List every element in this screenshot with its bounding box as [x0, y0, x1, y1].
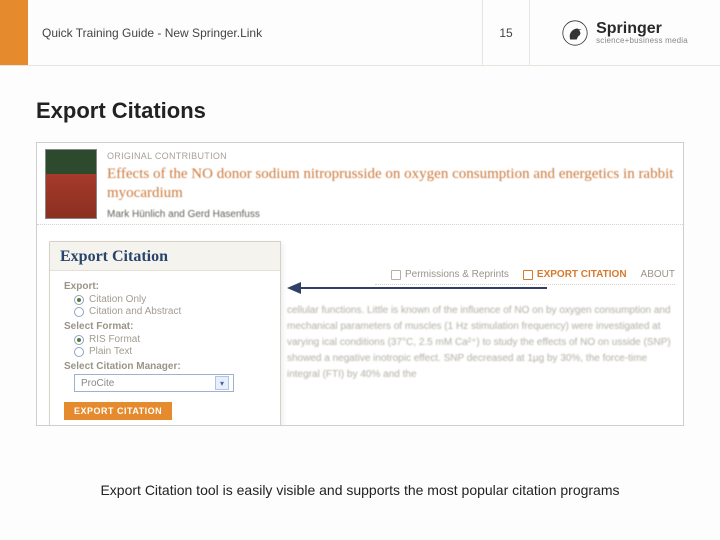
- brand-logo: Springer science+business media: [530, 0, 720, 65]
- radio-icon: [74, 295, 84, 305]
- radio-ris-format[interactable]: RIS Format: [74, 334, 270, 345]
- about-link[interactable]: ABOUT: [641, 269, 675, 280]
- slide-header: Quick Training Guide - New Springer.Link…: [0, 0, 720, 66]
- slide-title: Export Citations: [36, 98, 684, 124]
- dialog-title: Export Citation: [50, 242, 280, 271]
- radio-icon: [74, 335, 84, 345]
- callout-arrow: [287, 283, 547, 293]
- springer-horse-icon: [562, 20, 588, 46]
- radio-label: Citation and Abstract: [89, 306, 181, 317]
- brand-tagline: science+business media: [596, 37, 688, 45]
- chevron-down-icon: ▾: [215, 376, 229, 390]
- page-number: 15: [482, 0, 530, 65]
- radio-label: Plain Text: [89, 346, 132, 357]
- radio-citation-only[interactable]: Citation Only: [74, 294, 270, 305]
- article-type-label: ORIGINAL CONTRIBUTION: [107, 151, 675, 161]
- radio-icon: [74, 347, 84, 357]
- permissions-label: Permissions & Reprints: [405, 269, 509, 280]
- header-title: Quick Training Guide - New Springer.Link: [28, 0, 482, 65]
- radio-plain-text[interactable]: Plain Text: [74, 346, 270, 357]
- article-title: Effects of the NO donor sodium nitroprus…: [107, 165, 675, 203]
- embedded-screenshot: ORIGINAL CONTRIBUTION Effects of the NO …: [36, 142, 684, 426]
- export-citation-label: EXPORT CITATION: [537, 269, 627, 280]
- permissions-link[interactable]: Permissions & Reprints: [391, 269, 509, 280]
- manager-section-label: Select Citation Manager:: [64, 361, 270, 372]
- journal-cover-thumbnail: [45, 149, 97, 219]
- slide-caption: Export Citation tool is easily visible a…: [0, 482, 720, 498]
- radio-icon: [74, 307, 84, 317]
- about-label: ABOUT: [641, 269, 675, 280]
- select-value: ProCite: [81, 378, 114, 389]
- export-section-label: Export:: [64, 281, 270, 292]
- export-citation-dialog: Export Citation Export: Citation Only Ci…: [49, 241, 281, 426]
- export-citation-link[interactable]: EXPORT CITATION: [523, 269, 627, 280]
- radio-label: RIS Format: [89, 334, 140, 345]
- abstract-background-text: cellular functions. Little is known of t…: [287, 303, 673, 383]
- export-citation-button[interactable]: EXPORT CITATION: [64, 402, 172, 420]
- brand-name: Springer: [596, 21, 688, 37]
- article-authors: Mark Hünlich and Gerd Hasenfuss: [107, 209, 675, 220]
- citation-manager-select[interactable]: ProCite ▾: [74, 374, 234, 392]
- article-header: ORIGINAL CONTRIBUTION Effects of the NO …: [37, 143, 683, 225]
- radio-citation-abstract[interactable]: Citation and Abstract: [74, 306, 270, 317]
- document-icon: [391, 270, 401, 280]
- accent-bar: [0, 0, 28, 65]
- export-icon: [523, 270, 533, 280]
- radio-label: Citation Only: [89, 294, 146, 305]
- format-section-label: Select Format:: [64, 321, 270, 332]
